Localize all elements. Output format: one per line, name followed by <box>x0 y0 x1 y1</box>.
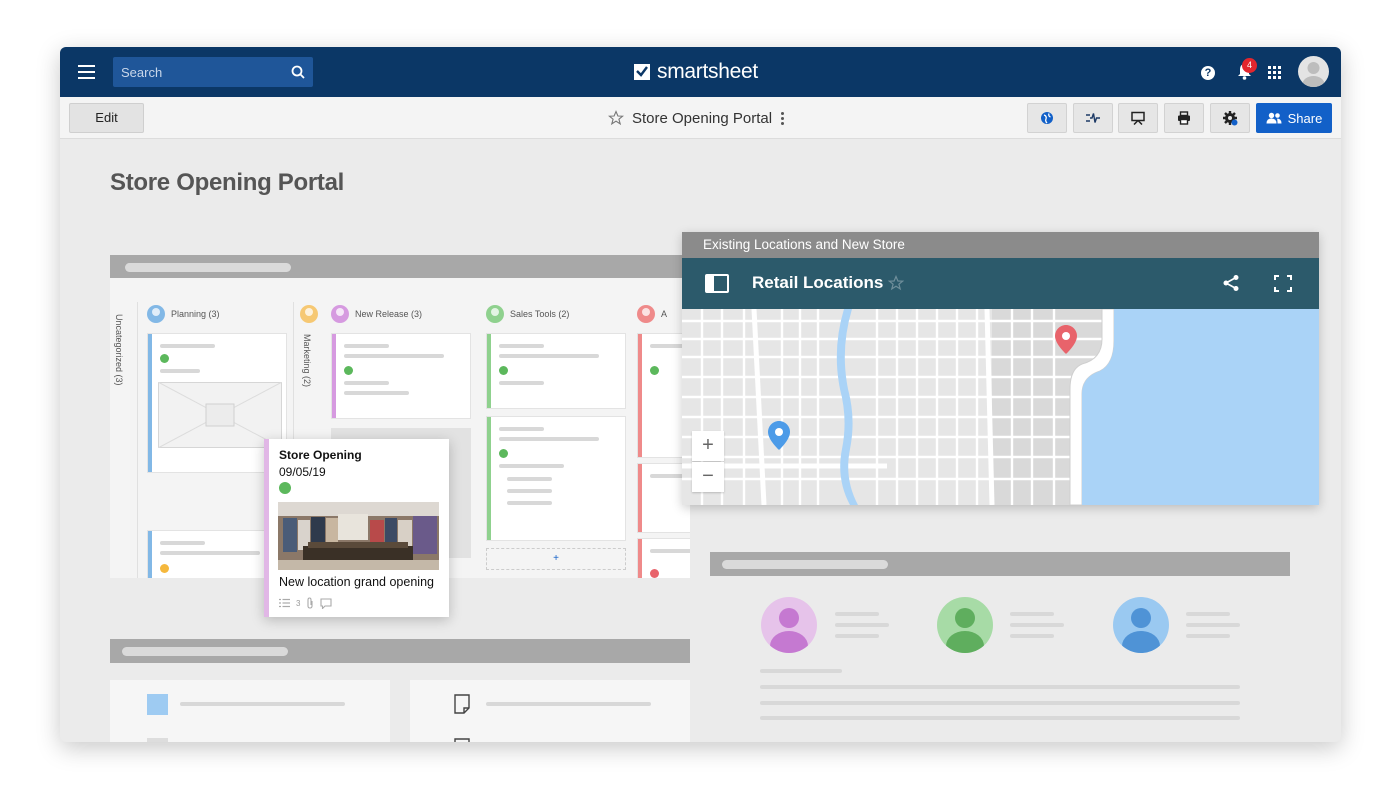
zoom-in-button[interactable]: + <box>692 431 724 461</box>
board-card[interactable] <box>637 538 690 578</box>
column-header-planning[interactable]: Planning (3) <box>147 302 220 326</box>
top-navigation-bar: smartsheet ? 4 <box>60 47 1341 97</box>
board-widget-header <box>110 255 690 279</box>
image-file-icon <box>147 694 168 715</box>
street-map <box>682 309 1319 505</box>
avatar <box>637 305 655 323</box>
card-date: 09/05/19 <box>279 465 326 479</box>
page-title: Store Opening Portal <box>110 169 345 196</box>
comment-icon[interactable] <box>320 597 333 609</box>
board-card[interactable] <box>486 416 626 541</box>
map-widget-header: Existing Locations and New Store <box>682 232 1319 258</box>
more-options-icon[interactable] <box>781 111 785 125</box>
map-toolbar: Retail Locations <box>682 258 1319 309</box>
settings-button[interactable] <box>1210 103 1250 133</box>
print-button[interactable] <box>1164 103 1204 133</box>
board-card[interactable] <box>331 333 471 419</box>
card-description: New location grand opening <box>279 575 434 589</box>
lane-label-marketing: Marketing (2) <box>302 334 312 388</box>
publish-globe-button[interactable] <box>1027 103 1067 133</box>
share-label: Share <box>1287 110 1323 126</box>
subtasks-icon[interactable] <box>279 598 290 608</box>
avatar <box>331 305 349 323</box>
activity-log-icon <box>1086 113 1100 123</box>
sidebar-toggle-icon[interactable] <box>705 274 729 293</box>
lane-uncategorized[interactable]: Uncategorized (3) <box>110 302 138 578</box>
presentation-button[interactable] <box>1118 103 1158 133</box>
app-window: smartsheet ? 4 Edit Store Opening Portal <box>60 47 1341 742</box>
column-label-new-release: New Release (3) <box>355 309 423 319</box>
contact-avatar[interactable] <box>761 597 817 653</box>
activity-log-button[interactable] <box>1073 103 1113 133</box>
fullscreen-icon[interactable] <box>1274 275 1292 292</box>
card-title: Store Opening <box>279 448 362 462</box>
presentation-icon <box>1131 111 1145 125</box>
people-icon <box>1266 112 1282 124</box>
column-label-planning: Planning (3) <box>171 309 220 319</box>
sheet-title: Store Opening Portal <box>632 109 773 127</box>
help-icon[interactable]: ? <box>1201 66 1215 80</box>
file-icon <box>147 738 168 742</box>
smartsheet-logo-icon <box>634 64 650 80</box>
board-card[interactable] <box>147 530 267 578</box>
notification-count-badge: 4 <box>1242 58 1257 73</box>
avatar <box>147 305 165 323</box>
search-icon[interactable] <box>291 65 305 79</box>
board-card[interactable] <box>486 333 626 409</box>
favorite-star-icon[interactable] <box>888 275 904 291</box>
avatar <box>486 305 504 323</box>
add-card-button[interactable]: + <box>486 548 626 570</box>
brand-name: smartsheet <box>657 60 758 83</box>
edit-button[interactable]: Edit <box>69 103 144 133</box>
column-header-fifth[interactable]: A <box>637 302 667 326</box>
store-photo <box>278 502 439 570</box>
favorite-star-icon[interactable] <box>608 110 624 126</box>
status-indicator <box>279 482 291 494</box>
map-widget: Existing Locations and New Store Retail … <box>682 232 1319 505</box>
settings-gear-icon <box>1223 111 1238 126</box>
column-header-sales-tools[interactable]: Sales Tools (2) <box>486 302 569 326</box>
app-launcher-icon[interactable] <box>1268 66 1281 79</box>
sheet-toolbar: Edit Store Opening Portal Share <box>60 97 1341 139</box>
resource-card[interactable] <box>110 680 390 742</box>
search-input[interactable] <box>113 57 283 87</box>
user-avatar[interactable] <box>1298 56 1329 87</box>
contacts-widget-header <box>710 552 1290 576</box>
menu-icon[interactable] <box>78 65 95 79</box>
contact-avatar[interactable] <box>1113 597 1169 653</box>
print-icon <box>1178 111 1190 125</box>
store-opening-card[interactable]: Store Opening 09/05/19 New location gran… <box>264 439 449 617</box>
contact-avatar[interactable] <box>937 597 993 653</box>
document-icon <box>454 694 470 714</box>
map-canvas[interactable]: + − <box>682 309 1319 505</box>
column-header-new-release[interactable]: New Release (3) <box>331 302 422 326</box>
share-icon[interactable] <box>1222 274 1240 292</box>
lane-label-uncategorized: Uncategorized (3) <box>114 314 124 386</box>
column-label-sales-tools: Sales Tools (2) <box>510 309 570 319</box>
resource-card[interactable] <box>410 680 690 742</box>
column-label-fifth: A <box>661 309 668 319</box>
resources-widget-header <box>110 639 690 663</box>
globe-icon <box>1041 112 1053 124</box>
avatar <box>300 305 318 323</box>
card-footer-icons: 3 <box>279 597 333 609</box>
document-icon <box>454 738 470 742</box>
subtask-count: 3 <box>296 598 301 608</box>
map-title: Retail Locations <box>752 273 884 292</box>
smartsheet-logo[interactable]: smartsheet <box>634 60 758 84</box>
attachment-icon[interactable] <box>306 597 314 609</box>
search-box[interactable] <box>113 57 313 87</box>
sheet-title-area: Store Opening Portal <box>608 108 785 128</box>
share-button[interactable]: Share <box>1256 103 1332 133</box>
zoom-out-button[interactable]: − <box>692 462 724 492</box>
